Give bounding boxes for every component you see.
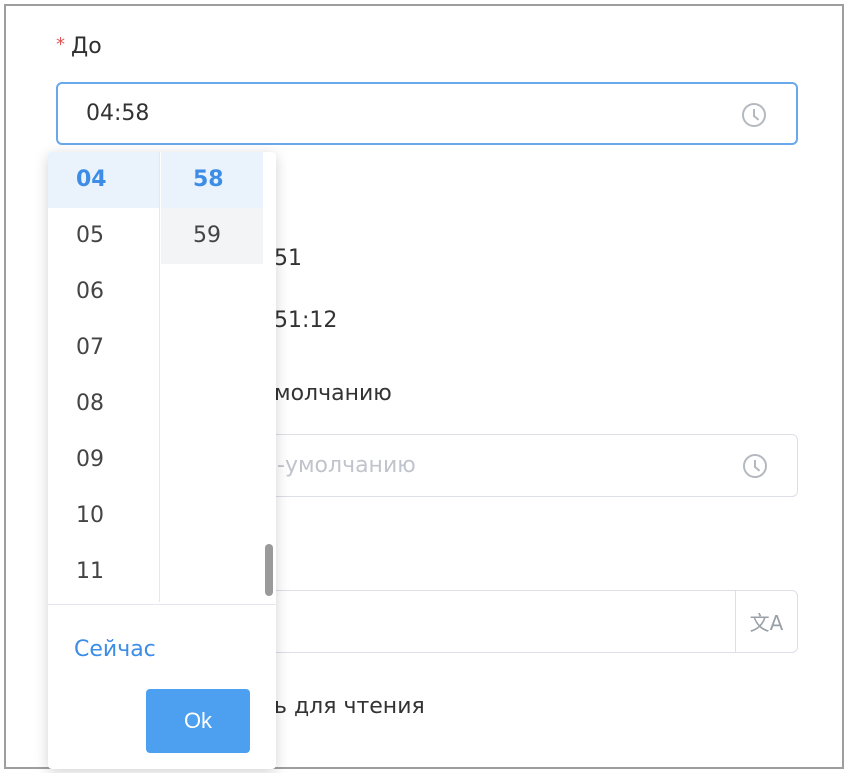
required-mark: * [56, 34, 65, 55]
hour-option[interactable]: 08 [48, 376, 159, 432]
time-input-value: 04:58 [86, 101, 150, 126]
readonly-label: ь для чтения [274, 694, 425, 719]
hour-option[interactable]: 05 [48, 208, 159, 264]
minutes-column[interactable]: 58 59 [161, 152, 263, 602]
minute-option[interactable]: 58 [161, 152, 263, 208]
time-input-placeholder: -умолчанию [277, 453, 416, 478]
hours-column[interactable]: 04 05 06 07 08 09 10 11 [48, 152, 160, 602]
hour-option[interactable]: 07 [48, 320, 159, 376]
picker-scrollbar[interactable] [263, 152, 276, 602]
background-text-51-12: 51:12 [274, 308, 338, 333]
scrollbar-thumb[interactable] [265, 544, 273, 596]
hour-option[interactable]: 11 [48, 544, 159, 600]
background-text-51: 51 [274, 246, 302, 271]
clock-icon [742, 103, 766, 127]
ok-button[interactable]: Ok [146, 689, 250, 753]
hour-option[interactable]: 06 [48, 264, 159, 320]
time-picker-dropdown: 04 05 06 07 08 09 10 11 58 59 Сейчас Ok [48, 152, 276, 769]
now-link[interactable]: Сейчас [74, 637, 156, 662]
time-input-to[interactable]: 04:58 [56, 82, 798, 145]
hour-option[interactable]: 04 [48, 152, 159, 208]
field-label-to: * До [56, 34, 102, 59]
translate-icon[interactable]: 文A [735, 591, 797, 652]
clock-icon [743, 454, 767, 478]
hour-option[interactable]: 10 [48, 488, 159, 544]
minute-option[interactable]: 59 [161, 208, 263, 264]
picker-footer: Сейчас Ok [48, 604, 276, 769]
hour-option[interactable]: 09 [48, 432, 159, 488]
field-label-default: молчанию [274, 381, 392, 406]
